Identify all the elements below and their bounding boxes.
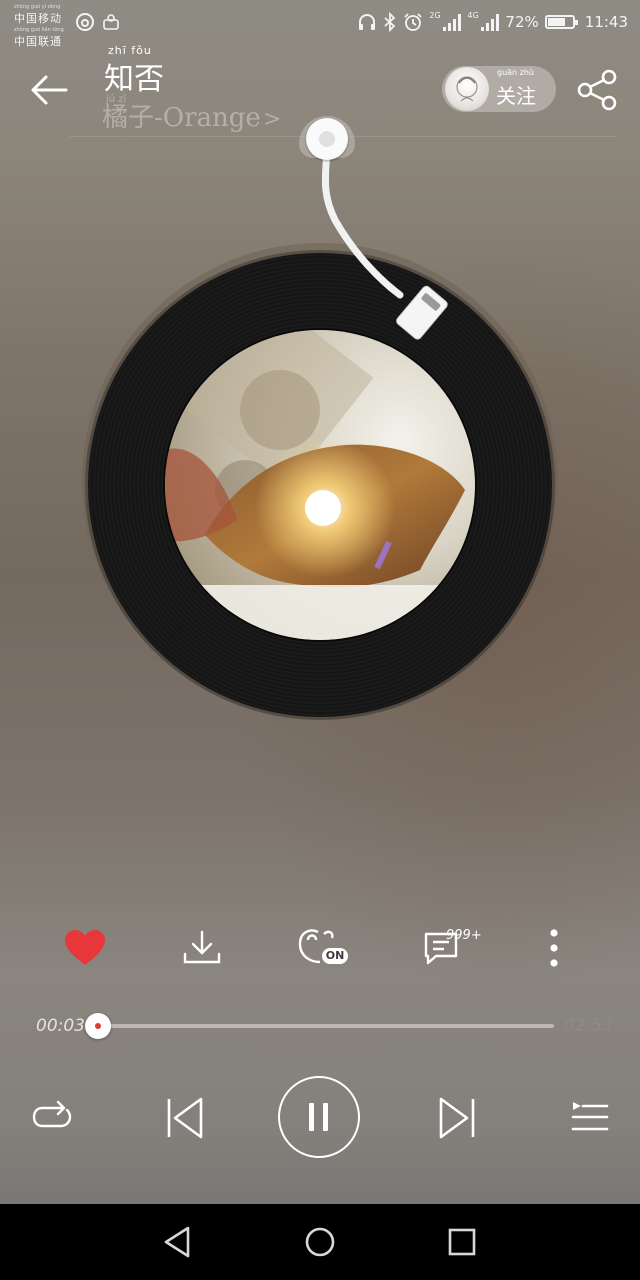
nav-back-icon[interactable] (160, 1224, 196, 1260)
carrier-1: 中国移动 (14, 12, 62, 25)
time-total: 02:53 (564, 1016, 613, 1036)
carrier-label: zhōng guó yí dòng 中国移动 zhōng guó lián tō… (14, 4, 64, 48)
system-nav-bar (0, 1204, 640, 1280)
progress-bar[interactable] (88, 1024, 554, 1028)
carrier-2: 中国联通 (14, 35, 62, 48)
status-bar: zhōng guó yí dòng 中国移动 zhōng guó lián tō… (0, 0, 640, 48)
nav-home-icon[interactable] (302, 1224, 338, 1260)
repeat-mode-button[interactable] (26, 1094, 78, 1142)
comment-count: 999+ (446, 928, 482, 943)
chevron-right-icon: > (262, 107, 282, 132)
share-icon (577, 69, 617, 111)
nav-recents-icon[interactable] (444, 1224, 480, 1260)
follow-pinyin: guān zhù (497, 68, 535, 77)
sound-effect-button[interactable]: ON (294, 920, 350, 976)
headphones-icon (359, 14, 376, 30)
clock: 11:43 (584, 13, 628, 31)
more-vertical-icon (550, 929, 558, 967)
album-art (163, 328, 477, 642)
netease-icon (76, 13, 94, 31)
album-art-image (165, 330, 475, 640)
download-icon (183, 930, 221, 964)
back-arrow-icon (31, 75, 68, 105)
follow-label: 关注 (496, 84, 536, 108)
alarm-icon (404, 13, 423, 31)
more-button[interactable] (526, 920, 582, 976)
status-icons: 2G 4G 72% 11:43 (357, 8, 628, 36)
bluetooth-icon (384, 12, 396, 32)
tonearm-pivot (306, 118, 348, 160)
playlist-button[interactable] (564, 1094, 614, 1140)
previous-button[interactable] (154, 1090, 212, 1146)
artist-name: 橘子-Orange (102, 103, 261, 133)
battery-icon (544, 15, 578, 29)
signal-icon: 2G (429, 11, 462, 31)
signal-icon: 4G (467, 11, 500, 31)
play-pause-button[interactable] (278, 1076, 360, 1158)
avatar[interactable] (445, 67, 489, 111)
effect-on-badge: ON (322, 948, 348, 964)
playlist-icon (571, 1102, 609, 1131)
back-button[interactable] (26, 68, 72, 112)
download-button[interactable] (174, 920, 230, 976)
next-button[interactable] (430, 1090, 488, 1146)
heart-icon (65, 930, 105, 965)
skip-previous-icon (167, 1097, 203, 1139)
pause-icon (309, 1103, 328, 1131)
like-button[interactable] (57, 920, 113, 976)
skip-next-icon (439, 1097, 475, 1139)
title-pinyin: zhī fǒu (108, 44, 152, 57)
progress-thumb[interactable] (84, 1013, 111, 1039)
avatar-illustration-icon (456, 76, 478, 102)
artist-link[interactable]: 橘子-Orange> (102, 100, 281, 138)
time-elapsed: 00:03 (36, 1016, 85, 1036)
share-button[interactable] (576, 68, 620, 112)
repeat-icon (32, 1100, 72, 1128)
tonearm (321, 140, 448, 340)
notification-icon (103, 14, 119, 30)
battery-percent: 72% (505, 13, 539, 31)
